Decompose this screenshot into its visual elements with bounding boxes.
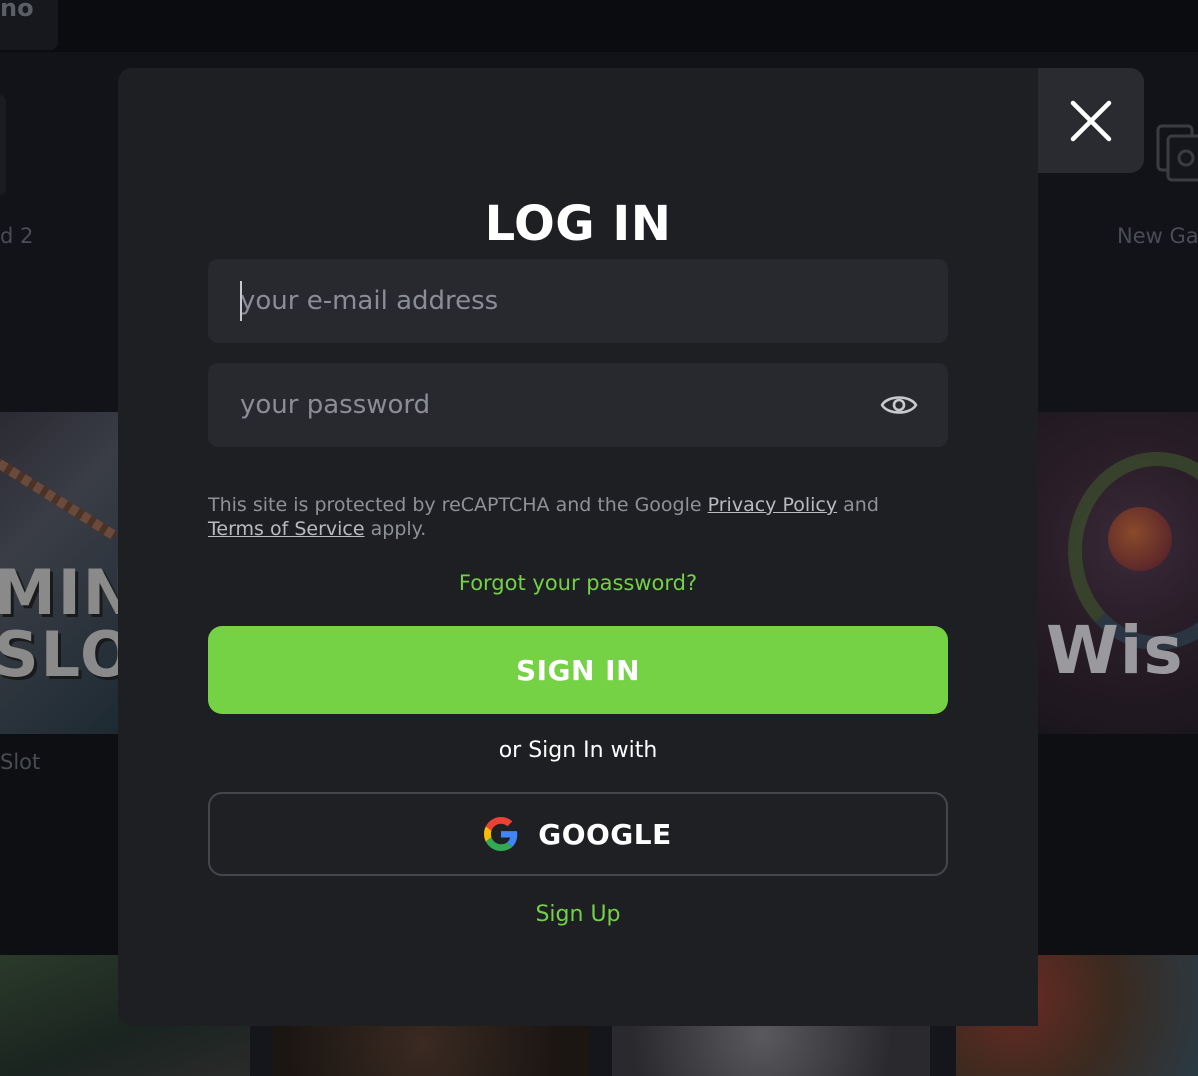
sign-up-link[interactable]: Sign Up bbox=[118, 902, 1038, 927]
close-icon bbox=[1070, 100, 1112, 141]
google-logo-icon bbox=[484, 817, 518, 851]
background-category-card bbox=[0, 95, 6, 195]
background-tile-title-right: Wis bbox=[1046, 612, 1184, 689]
google-sign-in-button[interactable]: GOOGLE bbox=[208, 792, 948, 876]
toggle-password-visibility-button[interactable] bbox=[880, 389, 918, 421]
background-game-tile: MIN SLO bbox=[0, 412, 120, 734]
privacy-policy-link[interactable]: Privacy Policy bbox=[708, 494, 837, 516]
close-modal-button[interactable] bbox=[1038, 68, 1144, 173]
background-tile-decoration bbox=[0, 452, 118, 540]
recaptcha-text-suffix: apply. bbox=[364, 518, 427, 540]
password-input[interactable] bbox=[208, 363, 948, 447]
page: no d 2 New Ga MIN SLO Slot Wis LOG IN yo… bbox=[0, 0, 1198, 1076]
background-game-tile-right: Wis bbox=[1038, 412, 1198, 734]
terms-of-service-link[interactable]: Terms of Service bbox=[208, 518, 365, 540]
background-category-label-new-games: New Ga bbox=[1117, 224, 1198, 248]
modal-title: LOG IN bbox=[484, 196, 672, 252]
eye-icon bbox=[880, 396, 918, 414]
text-caret bbox=[240, 281, 242, 321]
alternative-sign-in-text: or Sign In with bbox=[498, 738, 658, 763]
login-modal: LOG IN This site is protected by reCAPTC… bbox=[118, 68, 1038, 1026]
email-field-container bbox=[208, 259, 948, 343]
background-game-label: Slot bbox=[0, 750, 41, 774]
background-logo-chip: no bbox=[0, 0, 58, 50]
background-tile-orb bbox=[1108, 507, 1172, 571]
forgot-password-link[interactable]: Forgot your password? bbox=[118, 571, 1038, 595]
background-top-bar bbox=[0, 0, 1198, 52]
new-games-icon bbox=[1156, 124, 1198, 182]
recaptcha-text-prefix: This site is protected by reCAPTCHA and … bbox=[208, 494, 708, 516]
background-logo-text: no bbox=[0, 0, 34, 22]
sign-in-button[interactable]: SIGN IN bbox=[208, 626, 948, 714]
recaptcha-text-middle: and bbox=[837, 494, 879, 516]
background-tile-title: MIN SLO bbox=[0, 556, 120, 691]
background-category-label: d 2 bbox=[0, 224, 34, 248]
password-field-container bbox=[208, 363, 948, 447]
email-input[interactable] bbox=[208, 259, 948, 343]
recaptcha-notice: This site is protected by reCAPTCHA and … bbox=[208, 493, 948, 541]
google-button-label: GOOGLE bbox=[538, 817, 672, 851]
